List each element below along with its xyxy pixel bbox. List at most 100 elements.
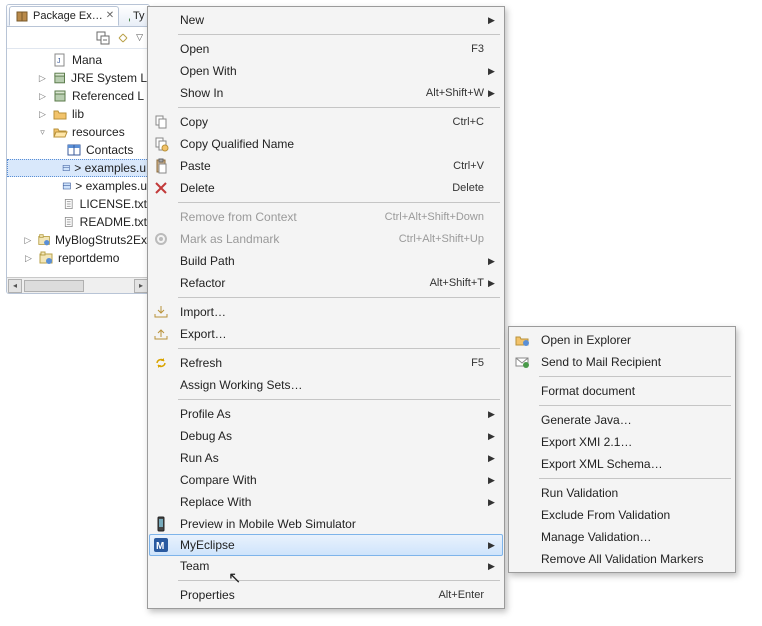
tab-type-hierarchy[interactable]: Type Hierar… — [123, 6, 149, 26]
menu-item[interactable]: Export… — [150, 323, 502, 345]
menu-item[interactable]: PropertiesAlt+Enter — [150, 584, 502, 606]
collapse-all-icon[interactable] — [96, 31, 110, 45]
menu-item-icon-slot — [513, 383, 531, 399]
tree-twisty-icon[interactable]: ▷ — [23, 253, 34, 264]
menu-item[interactable]: Send to Mail Recipient — [511, 351, 733, 373]
tree-twisty-icon[interactable]: ▷ — [37, 109, 48, 120]
import-icon — [153, 304, 169, 320]
jar-icon — [52, 88, 68, 104]
menu-item[interactable]: Compare With▶ — [150, 469, 502, 491]
menu-item-shortcut: Ctrl+Alt+Shift+Down — [378, 211, 488, 223]
menu-item[interactable]: Show InAlt+Shift+W▶ — [150, 82, 502, 104]
menu-item-label: Remove from Context — [174, 210, 378, 224]
menu-item-icon-slot — [513, 551, 531, 567]
menu-item-icon-slot — [152, 428, 170, 444]
menu-item-icon-slot — [152, 114, 170, 130]
link-editor-icon[interactable] — [116, 31, 130, 45]
menu-item[interactable]: Generate Java… — [511, 409, 733, 431]
tree-twisty-icon[interactable]: ▷ — [37, 91, 48, 102]
menu-item[interactable]: Export XMI 2.1… — [511, 431, 733, 453]
menu-item[interactable]: RefactorAlt+Shift+T▶ — [150, 272, 502, 294]
menu-item[interactable]: New▶ — [150, 9, 502, 31]
menu-item-icon-slot — [152, 516, 170, 532]
menu-item[interactable]: Format document — [511, 380, 733, 402]
tree-item[interactable]: ▷lib — [7, 105, 149, 123]
horizontal-scrollbar[interactable]: ◂ ▸ — [7, 277, 149, 293]
scroll-left-icon[interactable]: ◂ — [8, 279, 22, 293]
menu-item-icon-slot — [152, 304, 170, 320]
menu-item[interactable]: RefreshF5 — [150, 352, 502, 374]
menu-item[interactable]: Replace With▶ — [150, 491, 502, 513]
menu-item-shortcut: Ctrl+C — [378, 116, 488, 128]
tree-item[interactable]: JMana — [7, 51, 149, 69]
view-menu-icon[interactable]: ▽ — [136, 32, 143, 43]
tree-item[interactable]: > examples.u — [7, 159, 149, 177]
tree-item[interactable]: > examples.u — [7, 177, 149, 195]
menu-item[interactable]: Run As▶ — [150, 447, 502, 469]
menu-item[interactable]: Build Path▶ — [150, 250, 502, 272]
menu-item[interactable]: Manage Validation… — [511, 526, 733, 548]
menu-separator — [178, 202, 500, 203]
tree-item-label: LICENSE.txt — [80, 197, 147, 211]
tree-item[interactable]: LICENSE.txt — [7, 195, 149, 213]
tree-twisty-icon[interactable]: ▿ — [37, 127, 48, 138]
tree-item[interactable]: ▷JRE System L — [7, 69, 149, 87]
explorer-icon — [514, 332, 530, 348]
menu-item[interactable]: OpenF3 — [150, 38, 502, 60]
menu-separator — [178, 348, 500, 349]
menu-item-icon-slot — [152, 558, 170, 574]
hierarchy-icon — [127, 8, 130, 24]
tree-item[interactable]: ▷ reportdemo — [7, 249, 149, 267]
tree-item[interactable]: ▷Referenced L — [7, 87, 149, 105]
menu-item-shortcut: Ctrl+V — [378, 160, 488, 172]
menu-separator — [178, 34, 500, 35]
menu-item[interactable]: Run Validation — [511, 482, 733, 504]
menu-item[interactable]: Preview in Mobile Web Simulator — [150, 513, 502, 535]
tree-item[interactable]: Contacts — [7, 141, 149, 159]
scroll-track[interactable] — [22, 280, 134, 292]
menu-item-icon-slot — [152, 41, 170, 57]
close-icon[interactable]: ✕ — [106, 10, 114, 21]
menu-item-shortcut: Alt+Shift+W — [378, 87, 488, 99]
menu-item-label: Export XML Schema… — [535, 457, 723, 471]
menu-item[interactable]: Import… — [150, 301, 502, 323]
menu-item-label: Export XMI 2.1… — [535, 435, 723, 449]
menu-item[interactable]: Copy Qualified Name — [150, 133, 502, 155]
menu-item: Remove from ContextCtrl+Alt+Shift+Down — [150, 206, 502, 228]
menu-item[interactable]: DeleteDelete — [150, 177, 502, 199]
tree-item-label: > examples.u — [75, 179, 147, 193]
tab-package-explorer[interactable]: Package Ex… ✕ — [9, 6, 119, 26]
scroll-right-icon[interactable]: ▸ — [134, 279, 148, 293]
tree-item-label: reportdemo — [58, 251, 119, 265]
menu-separator — [178, 580, 500, 581]
menu-item[interactable]: CopyCtrl+C — [150, 111, 502, 133]
tree-item[interactable]: README.txt — [7, 213, 149, 231]
menu-item[interactable]: PasteCtrl+V — [150, 155, 502, 177]
menu-item-label: Show In — [174, 86, 378, 100]
submenu-arrow-icon: ▶ — [488, 431, 500, 442]
menu-item-icon-slot — [513, 332, 531, 348]
menu-item[interactable]: Exclude From Validation — [511, 504, 733, 526]
tree-item[interactable]: ▷MyBlogStruts2Ex — [7, 231, 149, 249]
text-icon — [63, 196, 75, 212]
menu-item[interactable]: Open in Explorer — [511, 329, 733, 351]
project-tree[interactable]: JMana▷JRE System L▷Referenced L▷lib▿reso… — [7, 49, 149, 267]
menu-item[interactable]: Debug As▶ — [150, 425, 502, 447]
menu-item-label: Copy — [174, 115, 378, 129]
menu-item[interactable]: Assign Working Sets… — [150, 374, 502, 396]
submenu-arrow-icon: ▶ — [488, 497, 500, 508]
menu-item[interactable]: Team▶ — [150, 555, 502, 577]
menu-item[interactable]: MMyEclipse▶ — [149, 534, 503, 556]
menu-item[interactable]: Remove All Validation Markers — [511, 548, 733, 570]
menu-item[interactable]: Export XML Schema… — [511, 453, 733, 475]
tree-twisty-icon[interactable]: ▷ — [23, 235, 33, 246]
scroll-thumb[interactable] — [24, 280, 84, 292]
tree-twisty-icon[interactable]: ▷ — [37, 73, 48, 84]
tree-item[interactable]: ▿resources — [7, 123, 149, 141]
menu-item[interactable]: Profile As▶ — [150, 403, 502, 425]
tree-item-label: > examples.u — [74, 161, 146, 175]
copy-q-icon — [153, 136, 169, 152]
menu-item[interactable]: Open With▶ — [150, 60, 502, 82]
menu-item-label: Delete — [174, 181, 378, 195]
menu-item-label: Preview in Mobile Web Simulator — [174, 517, 378, 531]
